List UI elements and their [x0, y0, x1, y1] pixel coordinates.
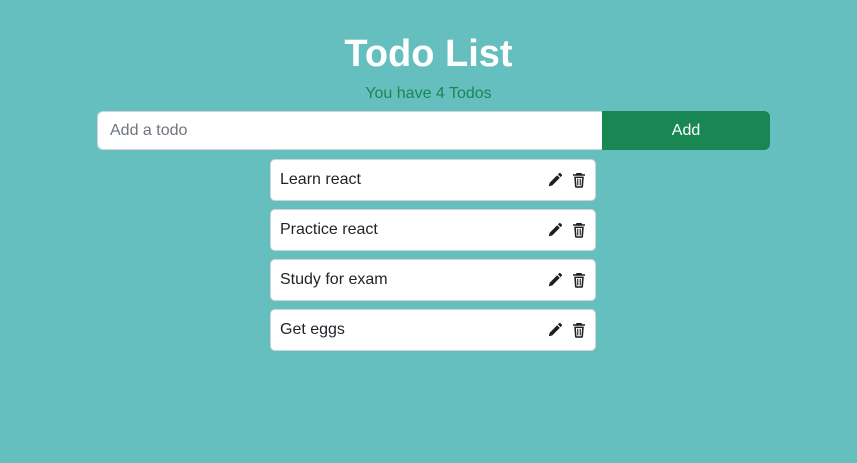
- todo-item: Study for exam: [270, 259, 596, 301]
- todo-actions: [547, 172, 587, 188]
- trash-icon[interactable]: [571, 172, 587, 188]
- todo-actions: [547, 272, 587, 288]
- page-title: Todo List: [344, 33, 513, 75]
- todo-count: You have 4 Todos: [365, 85, 492, 102]
- pencil-icon[interactable]: [547, 322, 563, 338]
- add-todo-input[interactable]: [97, 111, 602, 150]
- todo-text: Learn react: [280, 171, 361, 188]
- trash-icon[interactable]: [571, 322, 587, 338]
- todo-text: Get eggs: [280, 321, 345, 338]
- todo-item: Practice react: [270, 209, 596, 251]
- pencil-icon[interactable]: [547, 222, 563, 238]
- todo-item: Get eggs: [270, 309, 596, 351]
- add-todo-form: Add: [97, 111, 770, 150]
- todo-actions: [547, 322, 587, 338]
- todo-text: Study for exam: [280, 271, 388, 288]
- add-button[interactable]: Add: [602, 111, 770, 150]
- trash-icon[interactable]: [571, 222, 587, 238]
- todo-text: Practice react: [280, 221, 378, 238]
- pencil-icon[interactable]: [547, 172, 563, 188]
- trash-icon[interactable]: [571, 272, 587, 288]
- todo-item: Learn react: [270, 159, 596, 201]
- todo-actions: [547, 222, 587, 238]
- todo-app: Todo List You have 4 Todos Add Learn rea…: [0, 0, 857, 463]
- pencil-icon[interactable]: [547, 272, 563, 288]
- todo-list: Learn react Practice react Study for exa…: [270, 159, 596, 359]
